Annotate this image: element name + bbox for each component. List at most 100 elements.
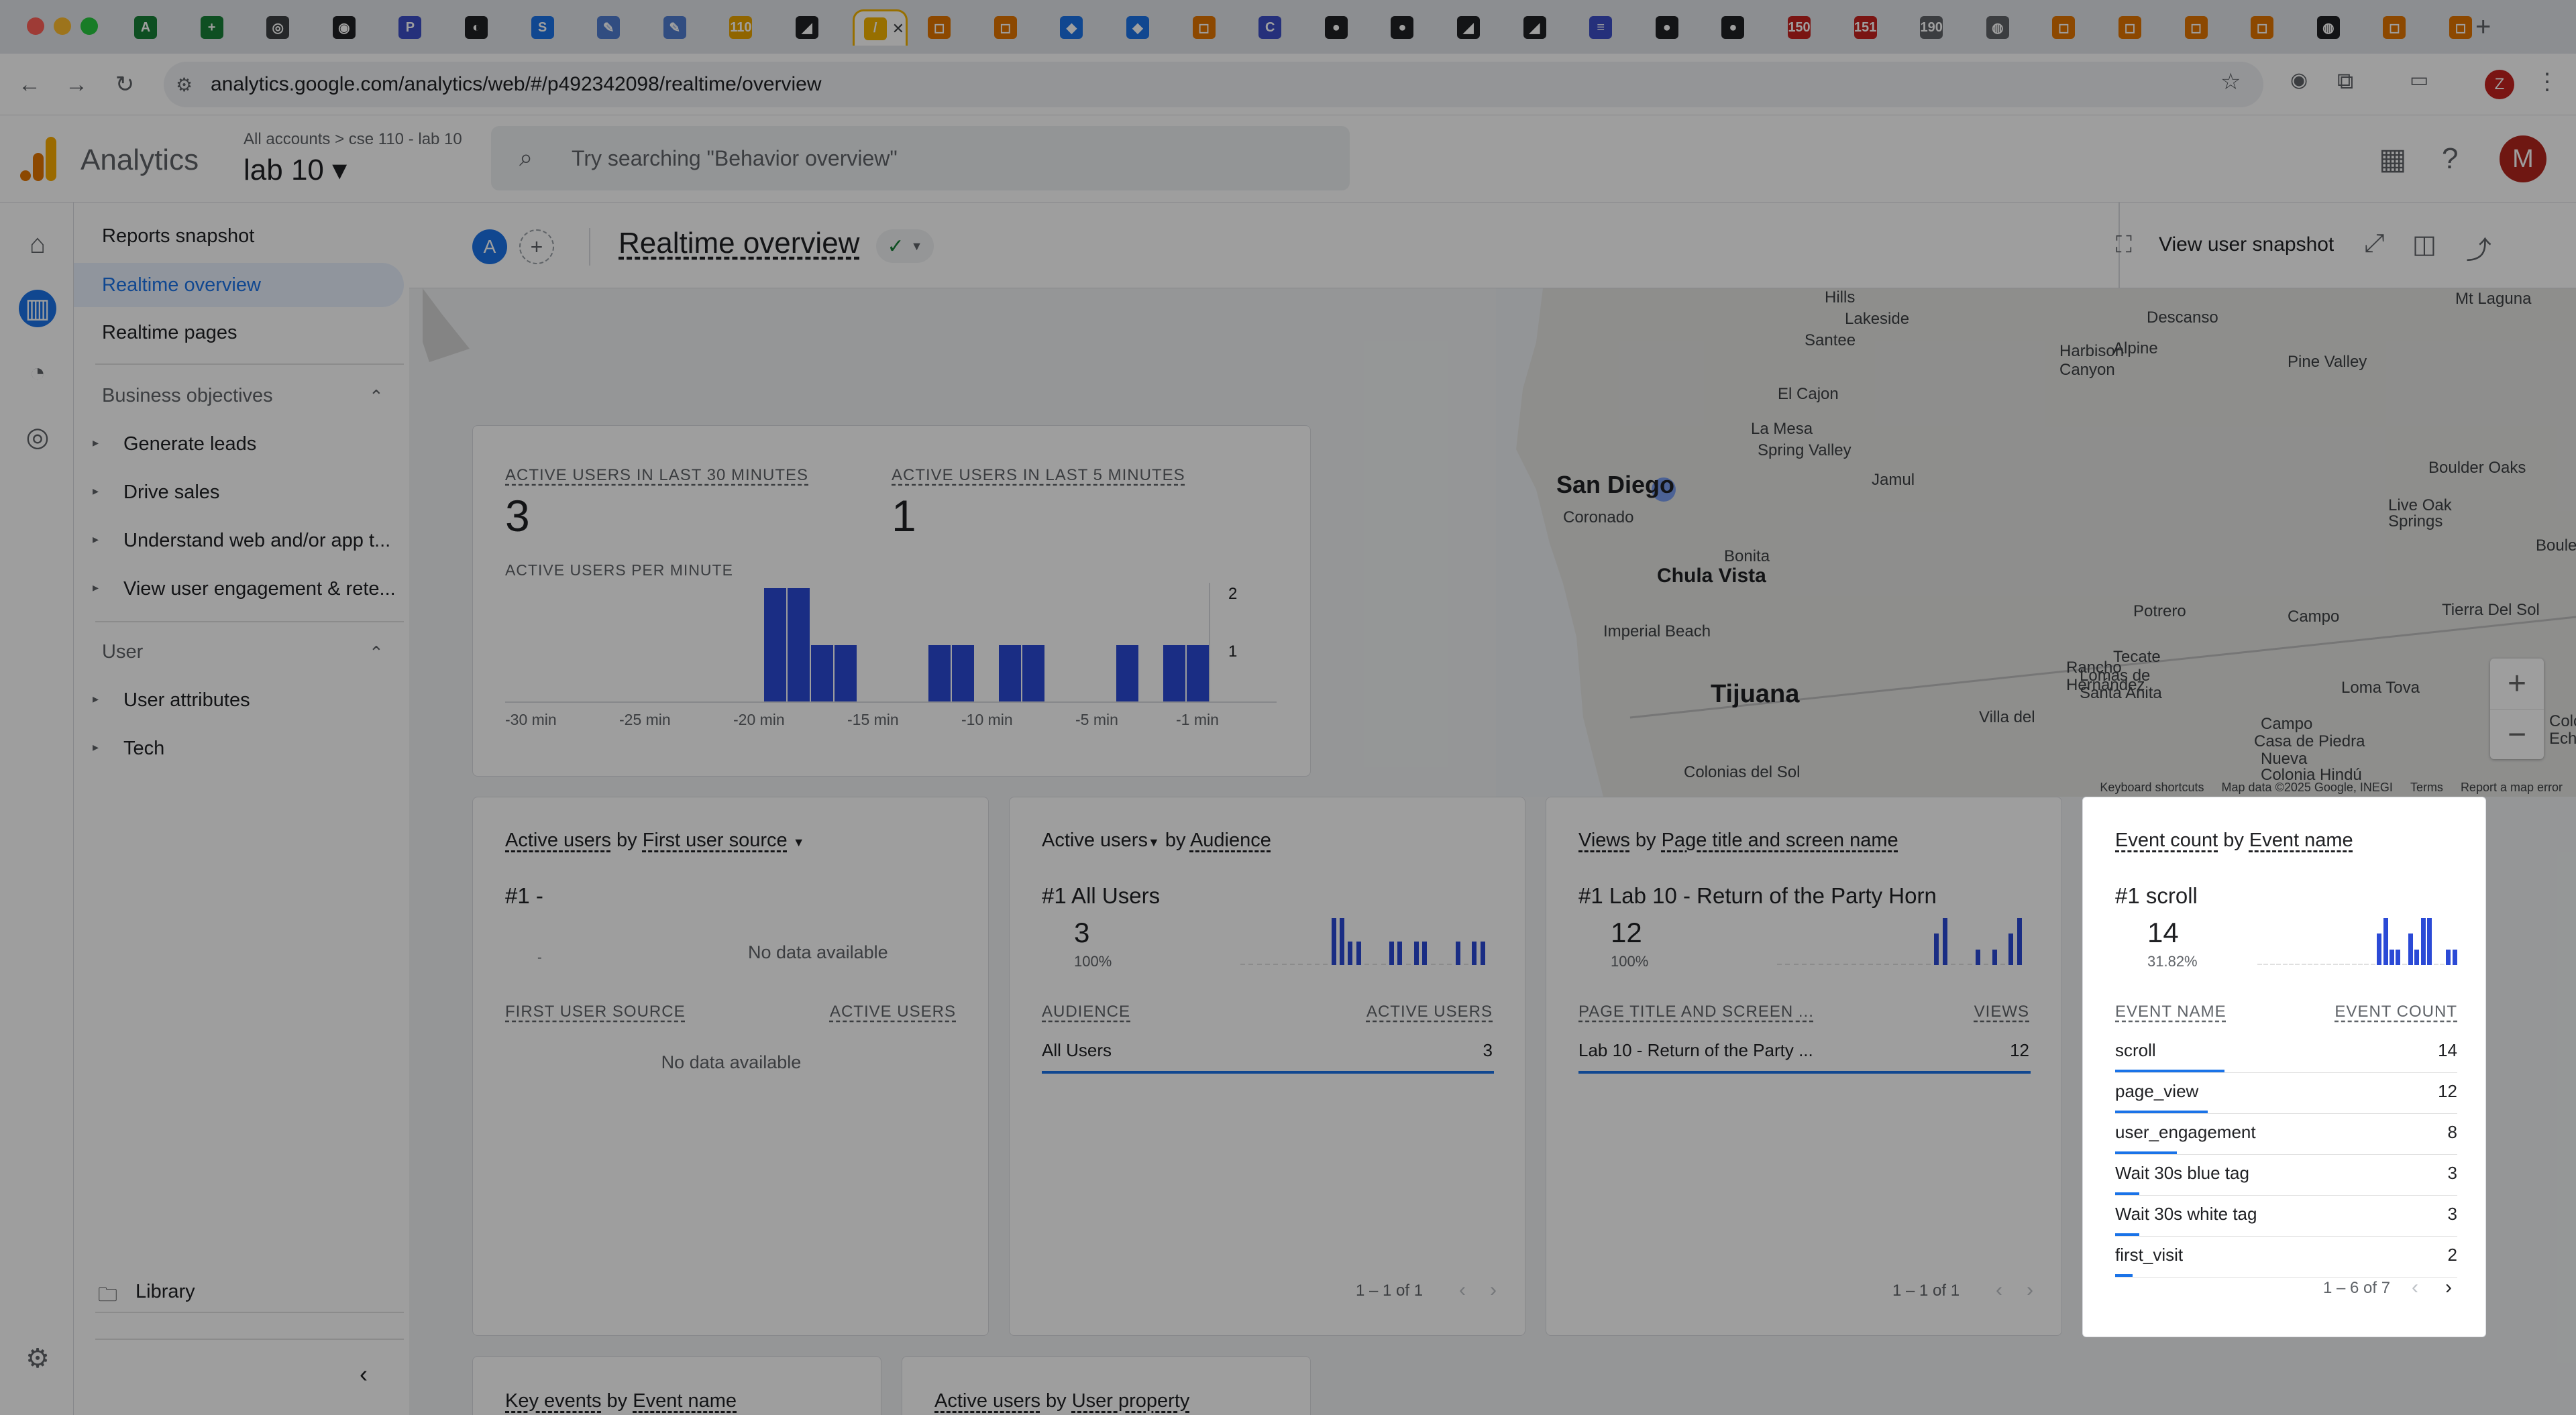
browser-tab[interactable]: ◆ bbox=[1117, 9, 1177, 46]
zoom-in-button[interactable]: + bbox=[2490, 659, 2544, 709]
metric-selector[interactable]: Active users bbox=[934, 1390, 1040, 1412]
chevron-up-icon[interactable]: ⌃ bbox=[369, 386, 384, 407]
browser-tab[interactable]: ◻ bbox=[985, 9, 1045, 46]
metric-selector[interactable]: Event count bbox=[2115, 830, 2218, 851]
snapshot-icon[interactable]: ⛶ bbox=[2116, 232, 2132, 258]
account-breadcrumb[interactable]: All accounts > cse 110 - lab 10 bbox=[244, 130, 462, 149]
customize-layout-icon[interactable]: ◫ bbox=[2412, 229, 2436, 260]
browser-tab[interactable]: ◍ bbox=[2308, 9, 2368, 46]
account-avatar[interactable]: M bbox=[2500, 135, 2546, 182]
prev-page-icon[interactable]: ‹ bbox=[1459, 1279, 1466, 1302]
minimize-window-button[interactable] bbox=[54, 17, 71, 35]
browser-tab[interactable]: ◍ bbox=[1977, 9, 2037, 46]
bar--19[interactable] bbox=[764, 588, 786, 702]
dropdown-arrow-icon[interactable]: ▼ bbox=[793, 836, 805, 849]
reports-icon[interactable]: ▥ bbox=[19, 290, 56, 327]
browser-tab[interactable]: ◢ bbox=[1448, 9, 1508, 46]
close-tab-icon[interactable]: ✕ bbox=[892, 20, 904, 38]
chevron-up-icon[interactable]: ⌃ bbox=[369, 642, 384, 663]
browser-tab[interactable]: ◉ bbox=[323, 9, 384, 46]
browser-tab[interactable]: A bbox=[125, 9, 185, 46]
add-comparison-button[interactable]: + bbox=[519, 229, 554, 264]
column-header[interactable]: ACTIVE USERS bbox=[830, 1003, 956, 1021]
admin-gear-icon[interactable]: ⚙ bbox=[19, 1340, 56, 1377]
metric-selector[interactable]: Active users bbox=[1042, 830, 1148, 851]
browser-tab[interactable]: ≡ bbox=[1580, 9, 1640, 46]
apps-grid-icon[interactable]: ▦ bbox=[2379, 142, 2407, 176]
browser-tab[interactable]: ◐ bbox=[455, 9, 516, 46]
bar--9[interactable] bbox=[999, 645, 1021, 702]
zoom-out-button[interactable]: − bbox=[2490, 709, 2544, 759]
column-header[interactable]: FIRST USER SOURCE bbox=[505, 1003, 686, 1021]
bar--8[interactable] bbox=[1022, 645, 1044, 702]
fullscreen-icon[interactable]: ⤢ bbox=[2364, 229, 2384, 258]
advertising-icon[interactable]: ◎ bbox=[19, 418, 56, 456]
prev-page-icon[interactable]: ‹ bbox=[1996, 1279, 2002, 1302]
url-bar[interactable]: analytics.google.com/analytics/web/#/p49… bbox=[164, 62, 2263, 107]
browser-tab[interactable]: ◢ bbox=[1514, 9, 1574, 46]
zoom-window-button[interactable] bbox=[80, 17, 98, 35]
property-selector[interactable]: lab 10 ▾ bbox=[244, 153, 347, 187]
comparison-avatar[interactable]: A bbox=[472, 229, 507, 264]
browser-tab[interactable]: ◎ bbox=[257, 9, 317, 46]
browser-tab[interactable]: 150 bbox=[1778, 9, 1839, 46]
column-header[interactable]: AUDIENCE bbox=[1042, 1003, 1130, 1021]
metric-selector[interactable]: Views bbox=[1578, 830, 1630, 851]
browser-profile-avatar[interactable]: Z bbox=[2485, 70, 2514, 99]
metric-selector[interactable]: Active users bbox=[505, 830, 611, 851]
nav-understand-traffic[interactable]: Understand web and/or app t... bbox=[123, 530, 390, 552]
forward-icon[interactable]: → bbox=[60, 68, 93, 101]
next-page-icon[interactable]: › bbox=[2445, 1276, 2452, 1299]
bookmark-star-icon[interactable]: ☆ bbox=[2220, 68, 2241, 95]
cast-icon[interactable]: ▭ bbox=[2410, 68, 2428, 92]
browser-tab[interactable]: ◻ bbox=[2241, 9, 2302, 46]
nav-section-business-objectives[interactable]: Business objectives bbox=[102, 385, 273, 407]
column-header[interactable]: VIEWS bbox=[1974, 1003, 2029, 1021]
metric-selector[interactable]: Key events bbox=[505, 1390, 601, 1412]
nav-view-engagement[interactable]: View user engagement & rete... bbox=[123, 578, 396, 600]
dimension-selector[interactable]: Event name bbox=[633, 1390, 737, 1412]
column-header[interactable]: EVENT COUNT bbox=[2334, 1003, 2457, 1021]
browser-tab[interactable]: ◆ bbox=[1051, 9, 1111, 46]
browser-tab[interactable]: 190 bbox=[1911, 9, 1971, 46]
data-quality-dropdown[interactable]: ✓ ▼ bbox=[876, 229, 934, 263]
nav-user-attributes[interactable]: User attributes bbox=[123, 689, 250, 712]
extensions-puzzle-icon[interactable]: ⧉ bbox=[2337, 68, 2353, 95]
nav-realtime-overview[interactable]: Realtime overview bbox=[74, 263, 404, 307]
browser-tab[interactable]: ◢ bbox=[786, 9, 847, 46]
browser-tab[interactable]: ◻ bbox=[2176, 9, 2236, 46]
browser-tab[interactable]: ◻ bbox=[2373, 9, 2434, 46]
column-header[interactable]: EVENT NAME bbox=[2115, 1003, 2226, 1021]
bar--1[interactable] bbox=[1187, 645, 1209, 702]
browser-tab[interactable]: ● bbox=[1381, 9, 1442, 46]
extension-icon[interactable]: ◉ bbox=[2290, 68, 2308, 92]
bar--16[interactable] bbox=[835, 645, 857, 702]
back-icon[interactable]: ← bbox=[13, 68, 46, 101]
nav-generate-leads[interactable]: Generate leads bbox=[123, 433, 256, 455]
browser-tab[interactable]: C bbox=[1249, 9, 1309, 46]
dimension-selector[interactable]: First user source bbox=[643, 830, 788, 851]
browser-tab[interactable]: ◻ bbox=[1183, 9, 1244, 46]
browser-tab[interactable]: ● bbox=[1712, 9, 1772, 46]
browser-tab[interactable]: 110 bbox=[720, 9, 780, 46]
dimension-selector[interactable]: Audience bbox=[1190, 830, 1271, 851]
home-icon[interactable]: ⌂ bbox=[19, 225, 56, 263]
nav-reports-snapshot[interactable]: Reports snapshot bbox=[102, 225, 254, 247]
explore-icon[interactable]: ◔ bbox=[19, 354, 56, 392]
site-settings-icon[interactable]: ⚙ bbox=[176, 74, 193, 96]
browser-tab[interactable]: ◻ bbox=[2440, 9, 2500, 46]
user-location-map[interactable]: Hills Lakeside Santee Descanso Mt Laguna Harb… bbox=[1496, 288, 2576, 797]
nav-tech[interactable]: Tech bbox=[123, 738, 164, 760]
keyboard-shortcuts-link[interactable]: Keyboard shortcuts bbox=[2100, 781, 2204, 795]
bar--17[interactable] bbox=[811, 645, 833, 702]
bar--11[interactable] bbox=[952, 645, 974, 702]
browser-menu-icon[interactable]: ⋮ bbox=[2536, 68, 2559, 95]
browser-tab[interactable]: ● bbox=[1316, 9, 1376, 46]
share-icon[interactable]: ⤴ bbox=[2466, 229, 2491, 266]
browser-tab[interactable]: 151 bbox=[1845, 9, 1905, 46]
next-page-icon[interactable]: › bbox=[2027, 1279, 2033, 1302]
browser-tab[interactable]: ◻ bbox=[2043, 9, 2103, 46]
view-user-snapshot-button[interactable]: View user snapshot bbox=[2159, 233, 2334, 256]
new-tab-button[interactable]: + bbox=[2475, 12, 2491, 42]
bar--4[interactable] bbox=[1116, 645, 1138, 702]
